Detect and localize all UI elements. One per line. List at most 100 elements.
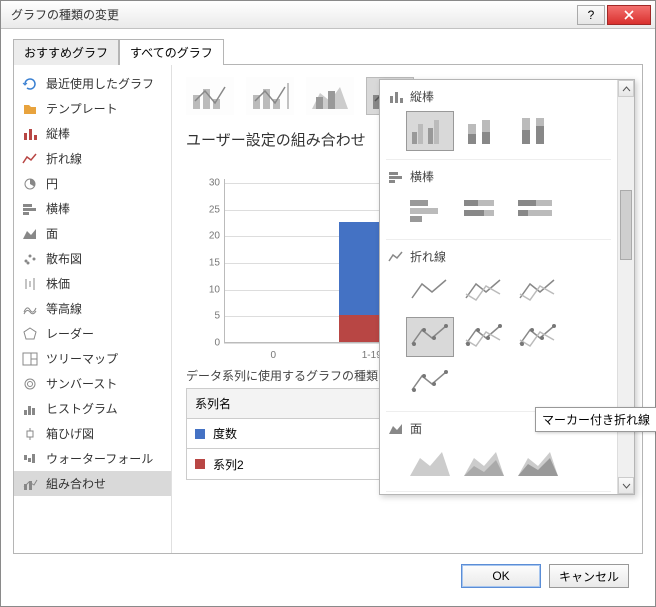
sidebar-item-stock[interactable]: 株価 xyxy=(14,271,171,296)
sidebar-item-recent[interactable]: 最近使用したグラフ xyxy=(14,71,171,96)
sidebar-item-pie[interactable]: 円 xyxy=(14,171,171,196)
gallery-category-label: 面 xyxy=(410,420,422,437)
y-tick-label: 25 xyxy=(196,204,220,215)
y-tick-label: 30 xyxy=(196,178,220,189)
chart-thumb-icon xyxy=(516,194,560,228)
scrollbar-thumb[interactable] xyxy=(620,190,632,260)
sidebar-item-surface[interactable]: 等高線 xyxy=(14,296,171,321)
sidebar-item-sunburst[interactable]: サンバースト xyxy=(14,371,171,396)
gallery-grid xyxy=(386,189,611,240)
close-button[interactable] xyxy=(607,5,651,25)
cancel-button[interactable]: キャンセル xyxy=(549,564,629,588)
scroll-up-button[interactable] xyxy=(618,80,634,97)
boxplot-icon xyxy=(22,427,38,441)
sidebar-item-label: テンプレート xyxy=(46,100,118,117)
sidebar-item-column[interactable]: 縦棒 xyxy=(14,121,171,146)
gallery-category-label: 縦棒 xyxy=(410,88,434,105)
sidebar-item-label: 折れ線 xyxy=(46,150,82,167)
gallery-item-column-1[interactable] xyxy=(460,111,508,151)
gallery-item-line-4[interactable] xyxy=(460,317,508,357)
area-icon xyxy=(388,422,404,436)
sidebar-item-bar[interactable]: 横棒 xyxy=(14,196,171,221)
chart-thumb-icon xyxy=(516,274,560,308)
help-icon: ? xyxy=(588,8,595,22)
gallery-category-label: 折れ線 xyxy=(410,248,446,265)
sidebar-item-combo[interactable]: 組み合わせ xyxy=(14,471,171,496)
sidebar-item-label: 株価 xyxy=(46,275,70,292)
y-tick-label: 15 xyxy=(196,258,220,269)
sidebar-item-boxplot[interactable]: 箱ひげ図 xyxy=(14,421,171,446)
close-icon xyxy=(624,10,634,20)
sidebar-item-label: 組み合わせ xyxy=(46,475,106,492)
tabs: おすすめグラフ すべてのグラフ xyxy=(13,39,643,65)
bar-slot xyxy=(225,179,323,342)
gallery-grid xyxy=(386,269,611,412)
dialog-title: グラフの種類の変更 xyxy=(5,6,575,23)
combo-subtype-3[interactable] xyxy=(306,77,354,115)
gallery-item-line-1[interactable] xyxy=(460,271,508,311)
gallery-item-column-0[interactable] xyxy=(406,111,454,151)
chevron-down-icon xyxy=(622,483,631,489)
gallery-item-area-1[interactable] xyxy=(460,443,508,483)
gallery-grid xyxy=(386,441,611,492)
sidebar-item-label: ウォーターフォール xyxy=(46,450,153,467)
sidebar-item-scatter[interactable]: 散布図 xyxy=(14,246,171,271)
chevron-up-icon xyxy=(622,86,631,92)
surface-icon xyxy=(22,302,38,316)
gallery-item-bar-2[interactable] xyxy=(514,191,562,231)
gallery-item-line-0[interactable] xyxy=(406,271,454,311)
gallery-item-line-6[interactable] xyxy=(406,363,454,403)
tab-all-charts[interactable]: すべてのグラフ xyxy=(119,39,224,65)
sunburst-icon xyxy=(22,377,38,391)
y-tick-label: 5 xyxy=(196,311,220,322)
sidebar-item-label: 等高線 xyxy=(46,300,82,317)
chart-thumb-icon xyxy=(408,366,452,400)
scroll-down-button[interactable] xyxy=(618,477,634,494)
sidebar-item-treemap[interactable]: ツリーマップ xyxy=(14,346,171,371)
sidebar-item-label: 箱ひげ図 xyxy=(46,425,94,442)
sidebar-item-label: 円 xyxy=(46,175,58,192)
tab-recommended[interactable]: おすすめグラフ xyxy=(13,39,119,65)
column-icon xyxy=(22,127,38,141)
gallery-item-bar-1[interactable] xyxy=(460,191,508,231)
sidebar-item-label: ヒストグラム xyxy=(46,400,118,417)
dialog-body: おすすめグラフ すべてのグラフ 最近使用したグラフテンプレート縦棒折れ線円横棒面… xyxy=(1,29,655,606)
sidebar-item-area[interactable]: 面 xyxy=(14,221,171,246)
sidebar-item-histogram[interactable]: ヒストグラム xyxy=(14,396,171,421)
chart-thumb-icon xyxy=(516,320,560,354)
sidebar-item-waterfall[interactable]: ウォーターフォール xyxy=(14,446,171,471)
gallery-item-line-2[interactable] xyxy=(514,271,562,311)
treemap-icon xyxy=(22,352,38,366)
chart-thumb-icon xyxy=(462,274,506,308)
chart-thumb-icon xyxy=(462,114,506,148)
gallery-item-line-5[interactable] xyxy=(514,317,562,357)
gallery-item-bar-0[interactable] xyxy=(406,191,454,231)
ok-button[interactable]: OK xyxy=(461,564,541,588)
combo-subtype-2[interactable] xyxy=(246,77,294,115)
column-icon xyxy=(388,90,404,104)
sidebar-item-label: 横棒 xyxy=(46,200,70,217)
radar-icon xyxy=(22,327,38,341)
chart-thumb-icon xyxy=(408,274,452,308)
combo-subtype-1[interactable] xyxy=(186,77,234,115)
y-tick-label: 20 xyxy=(196,231,220,242)
gallery-item-area-2[interactable] xyxy=(514,443,562,483)
series-name-header: 系列名 xyxy=(187,391,392,416)
sidebar-item-radar[interactable]: レーダー xyxy=(14,321,171,346)
y-tick-label: 10 xyxy=(196,284,220,295)
area-icon xyxy=(22,227,38,241)
sidebar-item-label: 散布図 xyxy=(46,250,82,267)
sidebar-item-label: 面 xyxy=(46,225,58,242)
chart-thumb-icon xyxy=(408,114,452,148)
waterfall-icon xyxy=(22,452,38,466)
sidebar-item-line[interactable]: 折れ線 xyxy=(14,146,171,171)
help-button[interactable]: ? xyxy=(577,5,605,25)
titlebar: グラフの種類の変更 ? xyxy=(1,1,655,29)
gallery-item-area-0[interactable] xyxy=(406,443,454,483)
gallery-item-column-2[interactable] xyxy=(514,111,562,151)
sidebar-item-template[interactable]: テンプレート xyxy=(14,96,171,121)
gallery-item-line-3[interactable] xyxy=(406,317,454,357)
gallery-category-header: 縦棒 xyxy=(386,82,611,109)
gallery-grid xyxy=(386,109,611,160)
y-tick-label: 0 xyxy=(196,338,220,349)
